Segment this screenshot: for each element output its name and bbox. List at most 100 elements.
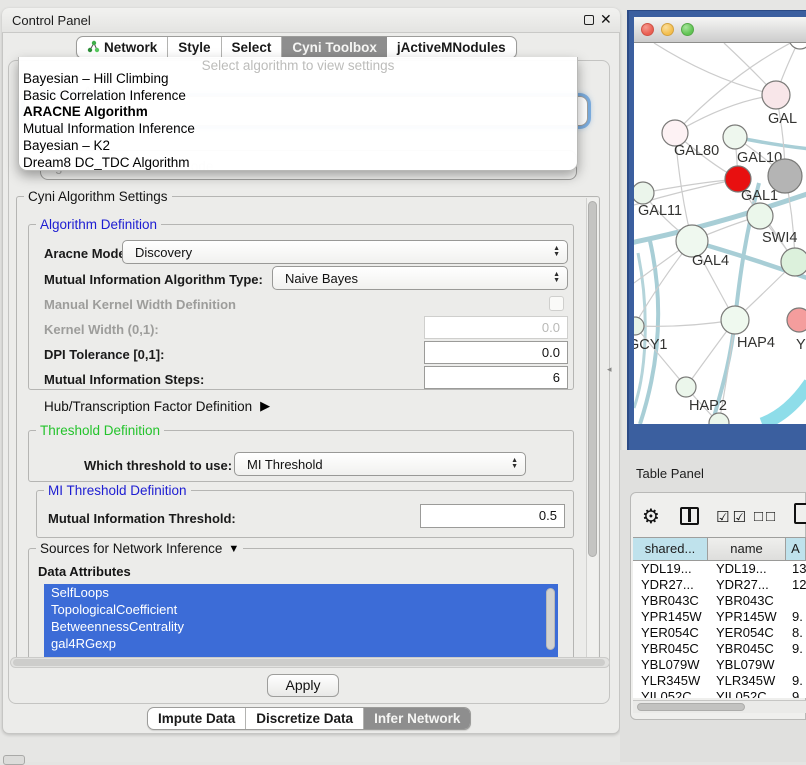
table-row[interactable]: YDL19...YDL19...13 [633,561,806,577]
table-row[interactable]: YBL079WYBL079W [633,657,806,673]
table-cell: YIL052C [633,689,708,698]
mi-type-label: Mutual Information Algorithm Type: [44,272,263,287]
control-panel-titlebar[interactable] [2,8,620,33]
node-label: Y [796,337,806,353]
tab-discretize-data[interactable]: Discretize Data [246,708,364,729]
gear-icon[interactable]: ⚙ [642,504,660,529]
which-threshold-combobox[interactable]: MI Threshold ▲▼ [234,452,526,476]
close-icon[interactable]: ✕ [600,11,612,28]
tab-style[interactable]: Style [168,37,221,58]
network-node-gal10[interactable] [723,125,747,149]
settings-group-title: Cyni Algorithm Settings [24,189,172,204]
settings-hscrollbar-thumb[interactable] [13,659,605,666]
data-attribute-item[interactable]: SelfLoops [44,584,558,601]
node-label: GAL11 [638,203,682,219]
combo-spinner-icon: ▲▼ [553,272,567,284]
split-pane-handle-icon[interactable]: ◂ [607,364,612,375]
dpi-tolerance-field[interactable]: 0.0 [424,341,568,364]
tab-infer-network[interactable]: Infer Network [364,708,470,729]
network-node-hap2[interactable] [676,377,696,397]
data-attributes-label: Data Attributes [38,564,131,579]
network-tab-icon [87,40,100,56]
table-row[interactable]: YPR145WYPR145W9. [633,609,806,625]
table-cell: YER054C [708,625,786,641]
tab-select[interactable]: Select [222,37,283,58]
apply-button[interactable]: Apply [267,674,339,697]
network-node-gal11[interactable] [634,182,654,204]
data-attribute-item[interactable]: TopologicalCoefficient [44,601,558,618]
table-row[interactable]: YIL052CYIL052C9. [633,689,806,698]
mi-steps-label: Mutual Information Steps: [44,372,204,387]
table-cell: YLR345W [708,673,786,689]
column-header[interactable]: A [786,538,806,560]
table-hscrollbar-thumb[interactable] [637,703,745,711]
table-row[interactable]: YBR045CYBR045C9. [633,641,806,657]
algorithm-option[interactable]: Bayesian – K2 [23,138,575,155]
deselect-all-checkboxes-icon[interactable]: □□ [754,508,778,525]
network-window-titlebar[interactable] [634,17,806,43]
algorithm-option[interactable]: Basic Correlation Inference [23,88,575,105]
mi-type-combobox[interactable]: Naive Bayes ▲▼ [272,266,568,290]
network-node-y[interactable] [787,308,806,332]
tab-network[interactable]: Network [77,37,168,58]
table-cell: 13 [786,561,806,577]
column-header[interactable]: name [708,538,786,560]
settings-scrollbar-thumb[interactable] [588,201,597,557]
network-canvas[interactable]: GALGAL80GAL10GAL1GAL11SWI4GAL4GCY1HAP4YH… [634,43,806,424]
aracne-mode-combobox[interactable]: Discovery ▲▼ [122,240,568,264]
network-node-gcy1[interactable] [634,317,644,335]
kernel-width-field[interactable]: 0.0 [424,316,568,339]
node-label: HAP2 [689,398,727,414]
network-node-hap4[interactable] [721,306,749,334]
network-node[interactable] [781,248,806,276]
table-row[interactable]: YBR043CYBR043C [633,593,806,609]
algorithm-option[interactable]: Bayesian – Hill Climbing [23,71,575,88]
algorithm-option[interactable]: ARACNE Algorithm [23,104,575,121]
tab-jactivemnodules[interactable]: jActiveMNodules [387,37,516,58]
dpi-tolerance-label: DPI Tolerance [0,1]: [44,347,164,362]
expand-right-icon: ▶ [260,398,270,414]
data-attribute-item[interactable]: gal4RGexp [44,635,558,652]
mi-steps-field[interactable]: 6 [424,366,568,389]
table-cell [786,657,806,673]
data-attribute-item[interactable]: BetweennessCentrality [44,618,558,635]
network-node[interactable] [709,413,729,424]
table-cell: YDR27... [633,577,708,593]
data-attributes-list[interactable]: SelfLoopsTopologicalCoefficientBetweenne… [44,584,558,658]
minimize-traffic-icon[interactable] [661,23,674,36]
column-header[interactable]: shared... [633,538,708,560]
algorithm-option[interactable]: Mutual Information Inference [23,121,575,138]
table-row[interactable]: YER054CYER054C8. [633,625,806,641]
table-row[interactable]: YDR27...YDR27...12 [633,577,806,593]
table-cell: 9. [786,673,806,689]
float-window-icon[interactable] [584,15,594,25]
attributes-scrollbar-thumb[interactable] [546,588,555,650]
table-cell [786,593,806,609]
node-label: GCY1 [634,337,668,353]
tab-impute-data[interactable]: Impute Data [148,708,246,729]
network-node[interactable] [768,159,802,193]
network-node-swi4[interactable] [747,203,773,229]
network-node[interactable] [789,43,806,49]
table-cell: 8. [786,625,806,641]
table-row[interactable]: YLR345WYLR345W9. [633,673,806,689]
close-traffic-icon[interactable] [641,23,654,36]
which-threshold-value: MI Threshold [235,457,511,472]
corner-button[interactable] [3,755,25,765]
network-nodes[interactable]: GALGAL80GAL10GAL1GAL11SWI4GAL4GCY1HAP4YH… [634,43,806,424]
table-cell: YBL079W [708,657,786,673]
algorithm-option[interactable]: Dream8 DC_TDC Algorithm [23,155,575,172]
mi-threshold-label: Mutual Information Threshold: [48,511,236,526]
mi-threshold-field[interactable]: 0.5 [420,504,565,528]
network-node-gal[interactable] [762,81,790,109]
tab-network-label: Network [104,40,157,55]
export-table-icon[interactable] [794,503,806,524]
select-all-checkboxes-icon[interactable]: ☑☑ [716,508,749,526]
table-cell: YBR043C [633,593,708,609]
columns-icon[interactable] [680,507,699,525]
zoom-traffic-icon[interactable] [681,23,694,36]
tab-cyni-toolbox[interactable]: Cyni Toolbox [282,37,387,58]
manual-kernel-checkbox[interactable] [549,296,564,311]
hub-definition-expander[interactable]: Hub/Transcription Factor Definition ▶ [44,398,270,414]
sources-expander[interactable]: Sources for Network Inference ▼ [36,541,243,556]
